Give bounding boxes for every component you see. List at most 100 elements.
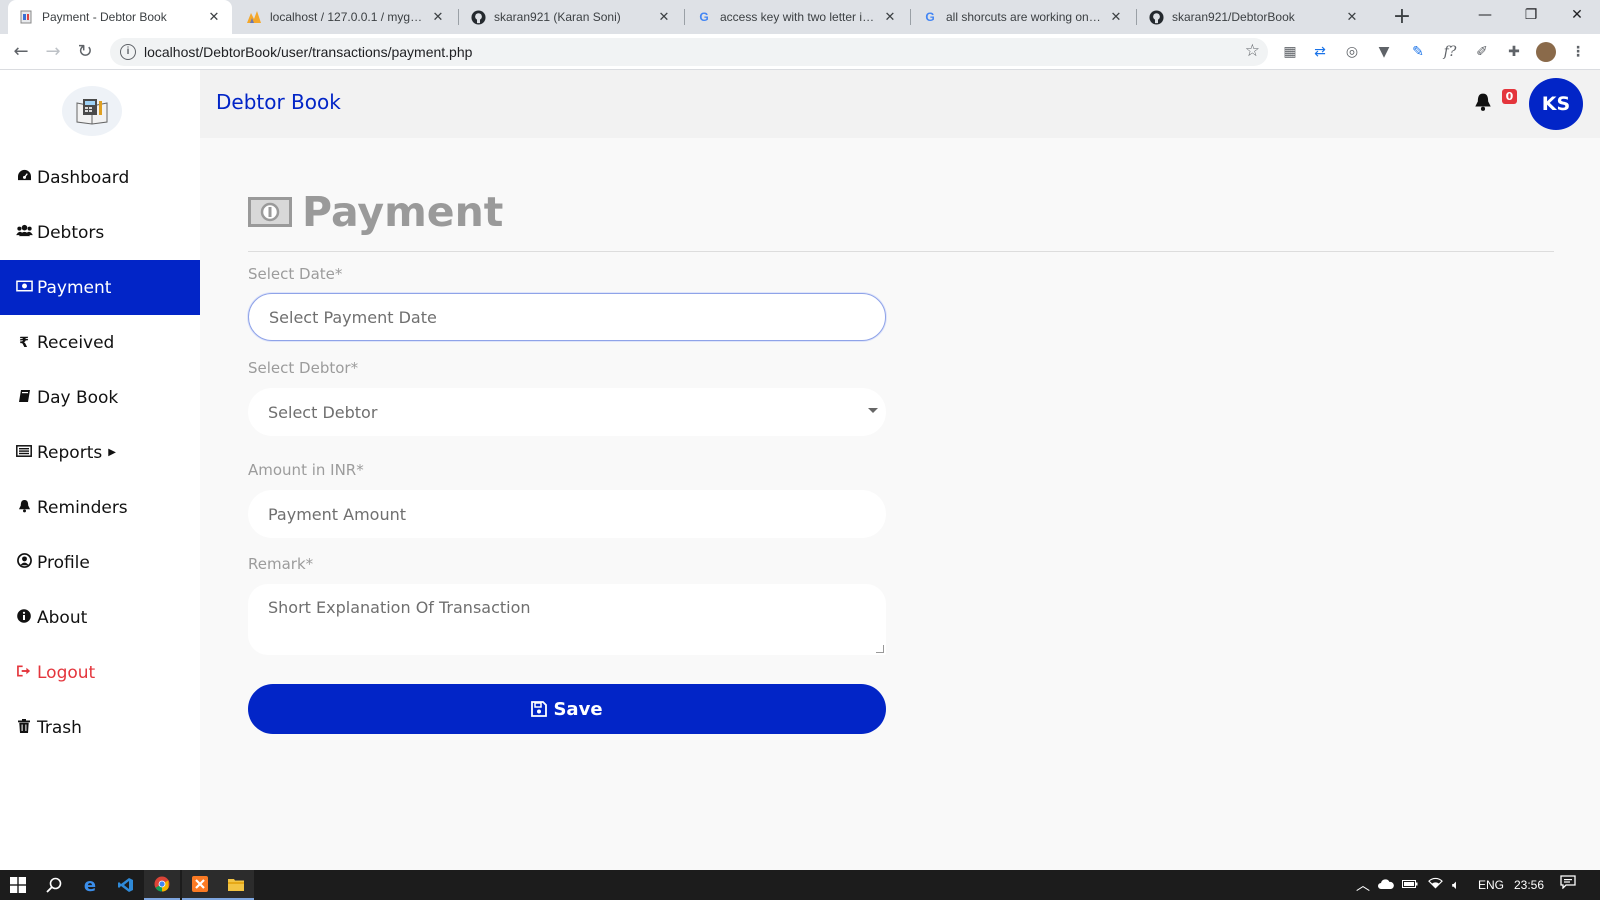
resize-handle[interactable] [876, 645, 884, 653]
new-tab-button[interactable]: + [1388, 3, 1416, 31]
page-icon [18, 9, 34, 25]
vscode-icon[interactable] [108, 870, 144, 900]
sidebar-item-logout[interactable]: Logout [0, 645, 200, 700]
sidebar-item-reports[interactable]: Reports ▶ [0, 425, 200, 480]
tab-separator [1136, 9, 1137, 25]
extension-icon[interactable]: ✎ [1408, 42, 1428, 62]
forward-icon[interactable]: → [40, 39, 66, 65]
onedrive-icon[interactable] [1378, 870, 1394, 900]
menu-icon[interactable]: ⋮ [1568, 42, 1588, 62]
remark-textarea[interactable]: Short Explanation Of Transaction [248, 584, 886, 655]
xampp-icon[interactable] [182, 870, 218, 900]
remark-label: Remark* [248, 555, 314, 573]
notification-badge: 0 [1502, 89, 1517, 104]
users-icon [15, 224, 33, 241]
sidebar-item-label: About [37, 607, 88, 628]
brand-title[interactable]: Debtor Book [216, 90, 341, 114]
sidebar-item-debtors[interactable]: Debtors [0, 205, 200, 260]
address-bar[interactable]: i localhost/DebtorBook/user/transactions… [110, 38, 1268, 66]
money-icon [248, 197, 292, 227]
sidebar-item-dashboard[interactable]: Dashboard [0, 150, 200, 205]
search-icon[interactable] [36, 870, 72, 900]
debtor-select[interactable]: Select Debtor [248, 388, 886, 436]
close-icon[interactable]: ✕ [882, 9, 898, 25]
sidebar-item-received[interactable]: ₹ Received [0, 315, 200, 370]
extension-icon[interactable]: ▦ [1280, 42, 1300, 62]
sidebar-item-label: Received [37, 332, 115, 353]
save-button-label: Save [553, 698, 603, 720]
address-text: localhost/DebtorBook/user/transactions/p… [144, 44, 473, 60]
volume-icon[interactable]: 🔈︎ [1452, 870, 1460, 900]
browser-tab[interactable]: skaran921 (Karan Soni) ✕ [460, 0, 682, 34]
window-close-button[interactable]: ✕ [1554, 0, 1600, 30]
avatar[interactable]: KS [1529, 78, 1583, 130]
browser-tab[interactable]: G access key with two letter in ht ✕ [686, 0, 908, 34]
windows-taskbar: e ︿ 🔈︎ ENG 23:56 [0, 870, 1600, 900]
sidebar-item-reminders[interactable]: Reminders [0, 480, 200, 535]
notification-bell-icon[interactable] [1474, 92, 1492, 117]
tab-title: Payment - Debtor Book [42, 10, 167, 24]
close-icon[interactable]: ✕ [430, 9, 446, 25]
close-icon[interactable]: ✕ [1108, 9, 1124, 25]
tab-title: access key with two letter in ht [720, 10, 876, 24]
list-icon [15, 444, 33, 461]
payment-date-field[interactable]: Select Payment Date [248, 293, 886, 341]
language-indicator[interactable]: ENG [1478, 870, 1504, 900]
page-title-text: Payment [302, 188, 504, 236]
sidebar-item-profile[interactable]: Profile [0, 535, 200, 590]
title-divider [248, 251, 1554, 252]
vuejs-icon[interactable]: ▼ [1374, 42, 1394, 62]
debtor-label: Select Debtor* [248, 359, 359, 377]
wifi-icon[interactable] [1428, 870, 1443, 900]
tab-separator [910, 9, 911, 25]
rupee-icon: ₹ [19, 334, 29, 351]
trash-icon [15, 718, 33, 737]
action-center-icon[interactable] [1560, 870, 1576, 900]
sidebar-item-payment[interactable]: Payment [0, 260, 200, 315]
reload-icon[interactable]: ↻ [72, 39, 98, 65]
bookmark-star-icon[interactable]: ☆ [1245, 41, 1260, 61]
clock[interactable]: 23:56 [1514, 870, 1544, 900]
amount-label: Amount in INR* [248, 461, 364, 479]
sidebar-item-trash[interactable]: Trash [0, 700, 200, 755]
save-button[interactable]: Save [248, 684, 886, 734]
sign-out-icon [15, 664, 33, 681]
tray-chevron-icon[interactable]: ︿ [1356, 870, 1370, 900]
profile-avatar[interactable] [1536, 42, 1556, 62]
function-icon[interactable]: f? [1440, 42, 1460, 62]
app-logo[interactable] [62, 86, 122, 136]
browser-tab-bar: Payment - Debtor Book ✕ localhost / 127.… [0, 0, 1600, 34]
close-icon[interactable]: ✕ [656, 9, 672, 25]
restore-button[interactable]: ❐ [1508, 0, 1554, 30]
github-icon [470, 9, 486, 25]
info-icon [15, 608, 33, 627]
book-logo-icon [76, 99, 108, 125]
browser-tab-active[interactable]: Payment - Debtor Book ✕ [8, 0, 232, 34]
puzzle-icon[interactable]: ✚ [1504, 42, 1524, 62]
extension-icon[interactable]: ◎ [1342, 42, 1362, 62]
battery-icon[interactable] [1402, 870, 1418, 900]
tab-separator [458, 9, 459, 25]
translate-icon[interactable]: ⇄ [1310, 42, 1330, 62]
money-icon [15, 280, 33, 296]
windows-start-icon[interactable] [0, 870, 36, 900]
browser-tab[interactable]: G all shorcuts are working on chr ✕ [912, 0, 1134, 34]
tab-title: localhost / 127.0.0.1 / mygift / t [270, 10, 424, 24]
info-icon[interactable]: i [120, 44, 136, 60]
minimize-button[interactable]: — [1462, 0, 1508, 30]
chrome-icon[interactable] [144, 870, 180, 900]
back-icon[interactable]: ← [8, 39, 34, 65]
sidebar-item-day-book[interactable]: Day Book [0, 370, 200, 425]
browser-tab[interactable]: skaran921/DebtorBook ✕ [1138, 0, 1370, 34]
close-icon[interactable]: ✕ [1344, 9, 1360, 25]
payment-amount-field[interactable]: Payment Amount [248, 490, 886, 538]
browser-tab[interactable]: localhost / 127.0.0.1 / mygift / t ✕ [236, 0, 456, 34]
file-explorer-icon[interactable] [218, 870, 254, 900]
extension-icon[interactable]: ✐ [1472, 42, 1492, 62]
sidebar-item-about[interactable]: About [0, 590, 200, 645]
edge-icon[interactable]: e [72, 870, 108, 900]
bell-icon [15, 499, 33, 517]
close-icon[interactable]: ✕ [206, 9, 222, 25]
sidebar-item-label: Profile [37, 552, 90, 573]
tab-title: skaran921/DebtorBook [1172, 10, 1295, 24]
